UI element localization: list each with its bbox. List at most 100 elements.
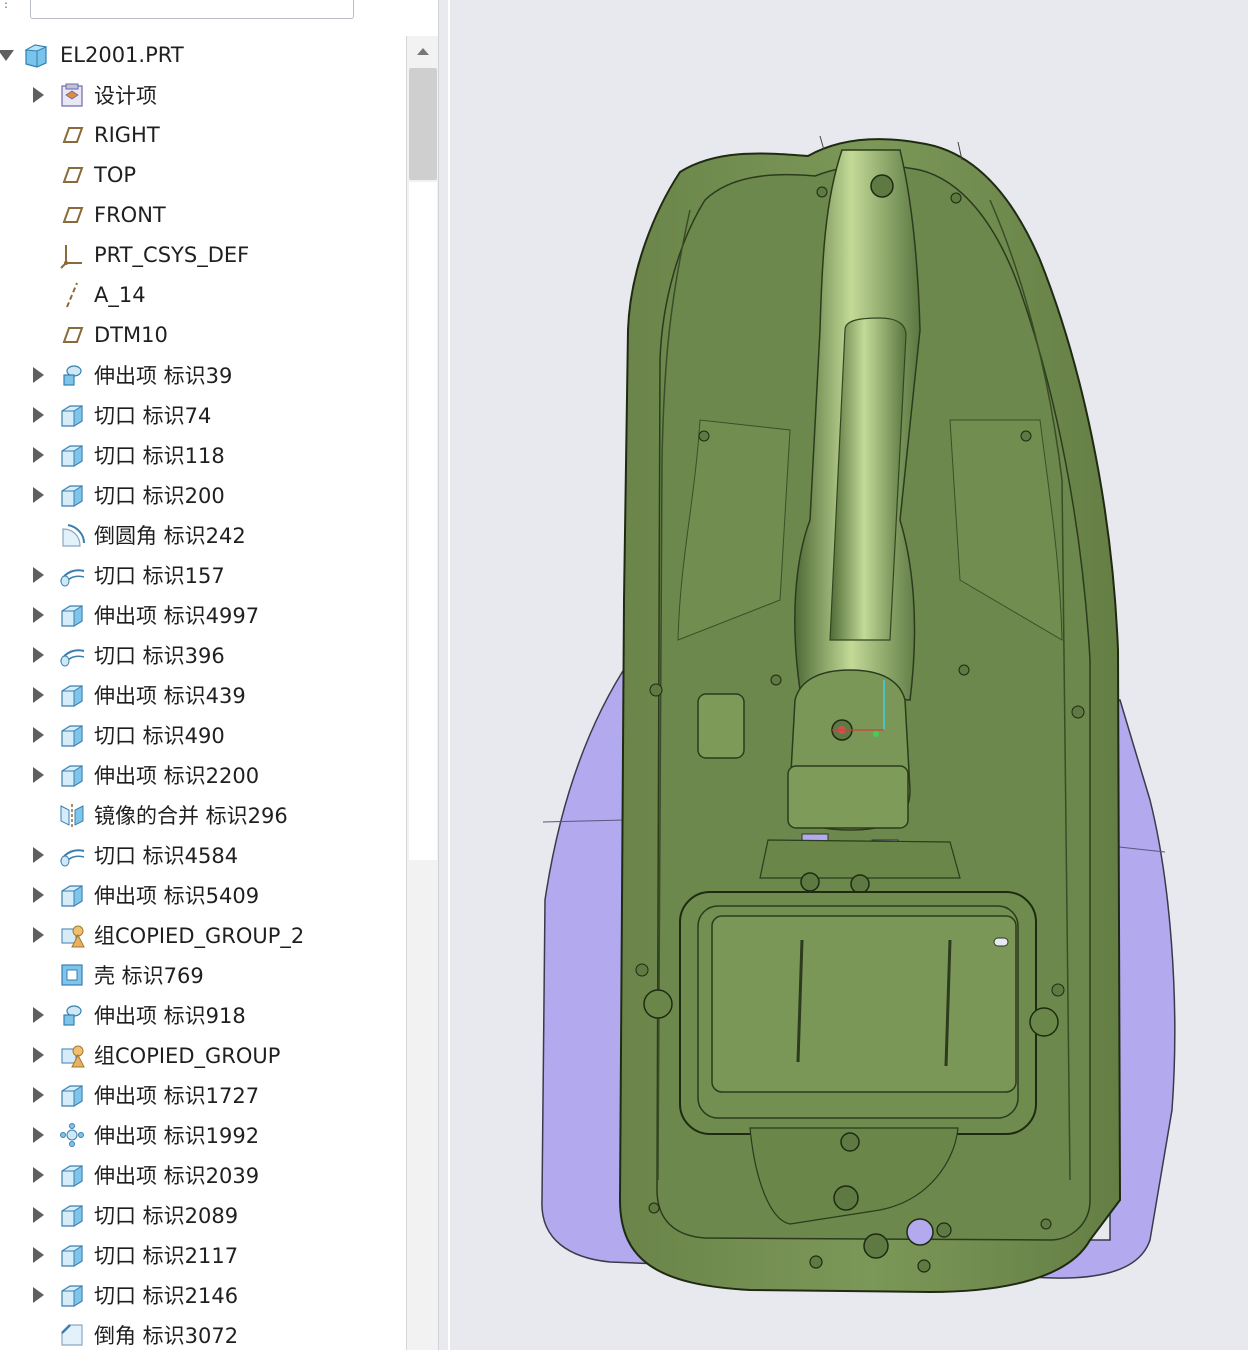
- tree-item[interactable]: TOP: [0, 155, 406, 195]
- revolve-icon: [63, 1005, 82, 1026]
- tree-item[interactable]: 镜像的合并 标识296: [0, 795, 406, 835]
- tree-item-label: 伸出项 标识4997: [94, 604, 260, 628]
- expand-icon[interactable]: [33, 607, 44, 623]
- expand-icon[interactable]: [33, 767, 44, 783]
- tree-item[interactable]: 伸出项 标识439: [0, 675, 406, 715]
- tree-item[interactable]: 切口 标识200: [0, 475, 406, 515]
- tree-item-label: 组COPIED_GROUP_2: [94, 924, 305, 948]
- part-icon: [24, 44, 48, 68]
- expand-icon[interactable]: [33, 1007, 44, 1023]
- tree-item[interactable]: 伸出项 标识2200: [0, 755, 406, 795]
- tree-item[interactable]: RIGHT: [0, 115, 406, 155]
- tree-item[interactable]: 切口 标识2089: [0, 1195, 406, 1235]
- datum-axis-icon: [66, 282, 78, 308]
- tree-item-label: 倒角 标识3072: [94, 1324, 239, 1348]
- tree-item-label: A_14: [94, 283, 146, 307]
- expand-icon[interactable]: [33, 887, 44, 903]
- expand-icon[interactable]: [33, 1047, 44, 1063]
- tree-item-label: 切口 标识118: [94, 444, 225, 468]
- tree-item[interactable]: 伸出项 标识39: [0, 355, 406, 395]
- expand-icon[interactable]: [33, 447, 44, 463]
- tree-item[interactable]: 组COPIED_GROUP_2: [0, 915, 406, 955]
- expand-icon[interactable]: [33, 87, 44, 103]
- tree-item[interactable]: 伸出项 标识5409: [0, 875, 406, 915]
- tree-item-label: 切口 标识2146: [94, 1284, 239, 1308]
- tree-item[interactable]: 切口 标识2146: [0, 1275, 406, 1315]
- expand-icon[interactable]: [33, 1287, 44, 1303]
- tree-item[interactable]: DTM10: [0, 315, 406, 355]
- tree-search-input[interactable]: [30, 0, 354, 19]
- tree-item[interactable]: A_14: [0, 275, 406, 315]
- expand-icon[interactable]: [33, 1247, 44, 1263]
- expand-icon[interactable]: [33, 647, 44, 663]
- tree-item[interactable]: 伸出项 标识918: [0, 995, 406, 1035]
- expand-icon[interactable]: [33, 847, 44, 863]
- extrude-icon: [61, 1165, 83, 1187]
- tree-item[interactable]: 组COPIED_GROUP: [0, 1035, 406, 1075]
- panel-splitter[interactable]: [438, 0, 448, 1350]
- tree-item-label: 切口 标识200: [94, 484, 225, 508]
- tree-item-label: FRONT: [94, 203, 166, 227]
- tree-item-label: 伸出项 标识439: [94, 684, 246, 708]
- expand-icon[interactable]: [33, 1167, 44, 1183]
- tree-item-label: 切口 标识2089: [94, 1204, 239, 1228]
- expand-icon[interactable]: [33, 367, 44, 383]
- tree-item[interactable]: 设计项: [0, 75, 406, 115]
- expand-icon[interactable]: [33, 927, 44, 943]
- expand-icon[interactable]: [33, 1127, 44, 1143]
- settings-icon[interactable]: ·: [410, 0, 414, 8]
- tree-item[interactable]: 倒圆角 标识242: [0, 515, 406, 555]
- tree-root-label: EL2001.PRT: [60, 43, 184, 67]
- tree-item-label: PRT_CSYS_DEF: [94, 243, 250, 267]
- group-icon: [61, 1045, 85, 1068]
- expand-icon[interactable]: [33, 1207, 44, 1223]
- tree-item-label: 切口 标识490: [94, 724, 225, 748]
- expand-icon[interactable]: [33, 487, 44, 503]
- revolve-icon: [63, 365, 82, 386]
- small-box: [697, 693, 745, 759]
- tree-item[interactable]: 切口 标识74: [0, 395, 406, 435]
- tree-item[interactable]: PRT_CSYS_DEF: [0, 235, 406, 275]
- chamfer-icon: [61, 1324, 83, 1346]
- tree-item-label: 壳 标识769: [94, 964, 204, 988]
- tree-scrollbar[interactable]: [406, 36, 440, 1350]
- 3d-viewport[interactable]: [450, 0, 1248, 1350]
- expand-icon[interactable]: [33, 727, 44, 743]
- sweep-icon: [60, 649, 85, 667]
- tree-item[interactable]: 切口 标识157: [0, 555, 406, 595]
- tree-root-row[interactable]: EL2001.PRT: [0, 35, 406, 75]
- expand-icon[interactable]: [33, 1087, 44, 1103]
- tree-item[interactable]: 壳 标识769: [0, 955, 406, 995]
- extrude-icon: [61, 685, 83, 707]
- tree-item[interactable]: FRONT: [0, 195, 406, 235]
- tree-item[interactable]: 倒角 标识3072: [0, 1315, 406, 1350]
- tree-item[interactable]: 伸出项 标识2039: [0, 1155, 406, 1195]
- tree-item-label: 设计项: [94, 84, 157, 108]
- tree-item-label: 伸出项 标识2039: [94, 1164, 260, 1188]
- tree-item[interactable]: 切口 标识490: [0, 715, 406, 755]
- tree-item-label: 镜像的合并 标识296: [94, 804, 288, 828]
- expand-icon[interactable]: [33, 407, 44, 423]
- tree-item[interactable]: 伸出项 标识1727: [0, 1075, 406, 1115]
- extrude-icon: [61, 885, 83, 907]
- tree-item[interactable]: 伸出项 标识4997: [0, 595, 406, 635]
- tree-item[interactable]: 切口 标识4584: [0, 835, 406, 875]
- tree-item[interactable]: 伸出项 标识1992: [0, 1115, 406, 1155]
- coordinate-system-icon: [60, 245, 82, 269]
- tree-item[interactable]: 切口 标识118: [0, 435, 406, 475]
- expand-icon[interactable]: [33, 687, 44, 703]
- tree-item[interactable]: 切口 标识396: [0, 635, 406, 675]
- tree-item-label: 伸出项 标识39: [94, 364, 233, 388]
- round-icon: [62, 524, 85, 547]
- sweep-icon: [60, 849, 85, 867]
- tree-item[interactable]: 切口 标识2117: [0, 1235, 406, 1275]
- collapse-icon[interactable]: [0, 50, 14, 61]
- model-graphic[interactable]: [450, 0, 1248, 1350]
- filter-icon[interactable]: ⋮: [0, 0, 12, 10]
- scroll-up-button[interactable]: [407, 36, 439, 66]
- scroll-thumb[interactable]: [409, 68, 437, 180]
- extrude-icon: [61, 445, 83, 467]
- expand-icon[interactable]: [33, 567, 44, 583]
- scroll-track[interactable]: [409, 182, 437, 860]
- extrude-icon: [61, 765, 83, 787]
